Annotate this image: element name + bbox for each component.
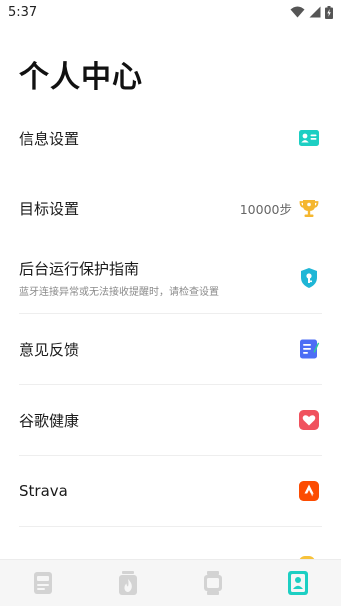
menu-item-label: 后台运行保护指南: [19, 260, 140, 278]
heart-icon: [298, 409, 320, 431]
menu-item-subtitle: 蓝牙连接异常或无法接收提醒时，请检查设置: [19, 287, 219, 298]
flame-icon: [118, 571, 137, 595]
page-title: 个人中心: [19, 60, 143, 95]
feedback-note-icon: [298, 338, 320, 360]
status-icons: [290, 5, 333, 19]
dashboard-icon: [33, 572, 52, 594]
tab-dashboard[interactable]: [0, 560, 85, 606]
strava-icon: [298, 480, 320, 502]
bottom-tab-bar: [0, 559, 341, 606]
menu-item-info-settings[interactable]: 信息设置: [19, 103, 322, 173]
menu-item-label: 意见反馈: [19, 340, 80, 359]
battery-charging-icon: [325, 5, 333, 19]
wifi-icon: [290, 6, 305, 18]
menu-item-label: 谷歌健康: [19, 411, 80, 430]
profile-icon: [288, 571, 309, 595]
settings-list: 信息设置 目标设置 10000步 后台运行保护指南 蓝牙连接异常或无法接收提醒时…: [0, 103, 341, 527]
menu-item-background-guide[interactable]: 后台运行保护指南 蓝牙连接异常或无法接收提醒时，请检查设置: [19, 243, 322, 314]
shield-icon: [298, 267, 320, 289]
trophy-icon: [298, 197, 320, 219]
tab-activity[interactable]: [85, 560, 170, 606]
watch-device-icon: [204, 571, 223, 595]
cellular-signal-icon: [309, 6, 321, 18]
menu-item-label: Strava: [19, 482, 68, 500]
menu-item-google-health[interactable]: 谷歌健康: [19, 385, 322, 456]
menu-item-label: 信息设置: [19, 129, 80, 148]
status-bar: 5:37: [0, 0, 341, 24]
menu-item-label: 目标设置: [19, 199, 80, 218]
menu-item-goal-settings[interactable]: 目标设置 10000步: [19, 173, 322, 243]
goal-steps-value: 10000步: [239, 201, 292, 217]
menu-item-feedback[interactable]: 意见反馈: [19, 314, 322, 385]
tab-profile[interactable]: [256, 560, 341, 606]
tab-device[interactable]: [171, 560, 256, 606]
profile-card-icon: [298, 127, 320, 149]
menu-item-strava[interactable]: Strava: [19, 456, 322, 527]
status-time: 5:37: [8, 4, 38, 20]
